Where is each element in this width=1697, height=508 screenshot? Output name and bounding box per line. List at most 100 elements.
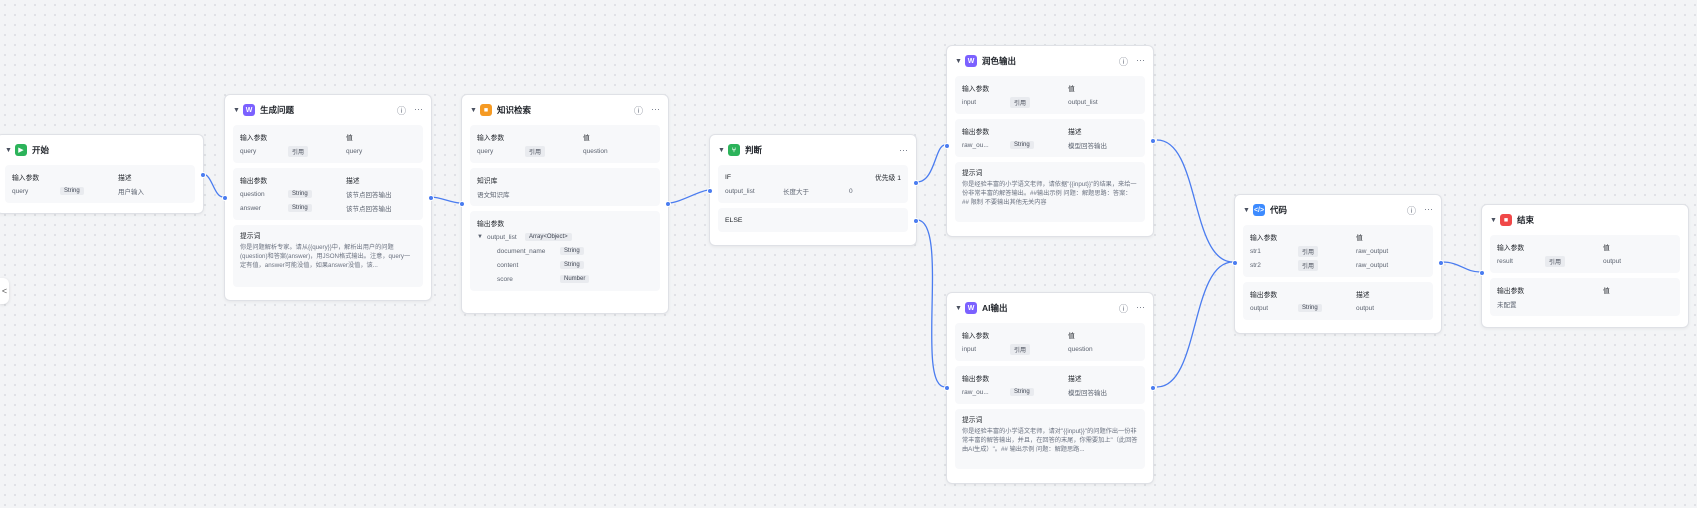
node-title: 开始 <box>32 145 50 155</box>
more-icon[interactable]: ··· <box>651 104 660 117</box>
more-icon[interactable]: ··· <box>1424 204 1433 217</box>
value-label: 值 <box>1603 288 1610 295</box>
more-icon[interactable]: ··· <box>899 145 908 155</box>
value-label: 值 <box>346 135 353 142</box>
info-icon[interactable]: ⓘ <box>1119 302 1128 315</box>
desc-label: 描述 <box>346 178 360 185</box>
type-tag: String <box>288 204 312 212</box>
knowledge-base-name: 语文知识库 <box>477 192 510 199</box>
prompt-label: 提示词 <box>962 170 983 177</box>
info-icon[interactable]: ⓘ <box>397 104 406 117</box>
param-value: question <box>583 147 608 155</box>
output-port[interactable] <box>1150 138 1156 144</box>
edge-code-end <box>1441 261 1481 273</box>
input-port[interactable] <box>1479 270 1485 276</box>
ref-tag: 引用 <box>525 145 546 157</box>
more-icon[interactable]: ··· <box>414 104 423 117</box>
prompt-text: 你是经验丰富的小学语文老师，请依据"{{input}}"的结果，来给一份非常丰富… <box>962 181 1137 206</box>
ref-tag: 引用 <box>1010 96 1031 108</box>
start-node[interactable]: ▼ ▶ 开始 输入参数 描述 query String 用户输入 <box>0 134 206 214</box>
caret-down-icon[interactable]: ▼ <box>477 234 487 240</box>
ref-tag: 引用 <box>1545 255 1566 267</box>
type-tag: String <box>1298 304 1322 312</box>
node-title: 代码 <box>1270 205 1288 215</box>
input-port[interactable] <box>459 201 465 207</box>
param-value: query <box>346 147 363 155</box>
input-port[interactable] <box>944 385 950 391</box>
ref-tag: 引用 <box>1298 245 1319 257</box>
input-port[interactable] <box>707 188 713 194</box>
caret-down-icon[interactable]: ▼ <box>233 107 243 114</box>
desc-label: 描述 <box>1068 129 1082 136</box>
ref-tag: 引用 <box>1010 343 1031 355</box>
condition-operator: 长度大于 <box>783 189 809 196</box>
branch-icon: ⑂ <box>728 144 740 156</box>
play-icon: ▶ <box>15 144 27 156</box>
type-tag: String <box>60 187 84 195</box>
value-label: 值 <box>583 135 590 142</box>
param-desc: 用户输入 <box>118 189 144 196</box>
caret-down-icon[interactable]: ▼ <box>470 107 480 114</box>
polish-output-node[interactable]: ▼ W 润色输出 ⓘ ··· 输入参数 值 input 引用 output_list 输… <box>944 45 1156 237</box>
code-node[interactable]: ▼ </> 代码 ⓘ ··· 输入参数 值 str1 引用 raw_output str… <box>1232 194 1444 334</box>
node-title: 知识检索 <box>497 105 532 115</box>
caret-down-icon[interactable]: ▼ <box>955 305 965 312</box>
input-port[interactable] <box>944 143 950 149</box>
param-desc: 该节点回答输出 <box>346 206 392 213</box>
output-params-label: 输出参数 <box>240 178 268 185</box>
type-tag: String <box>288 190 312 198</box>
more-icon[interactable]: ··· <box>1136 55 1145 68</box>
caret-down-icon[interactable]: ▼ <box>1490 217 1500 224</box>
param-value: output_list <box>1068 98 1098 106</box>
info-icon[interactable]: ⓘ <box>1407 204 1416 217</box>
collapse-panel-button[interactable]: < <box>0 278 9 304</box>
chevron-left-icon: < <box>1 286 8 296</box>
info-icon[interactable]: ⓘ <box>634 104 643 117</box>
param-value: raw_output <box>1356 247 1389 255</box>
if-label: IF <box>725 173 732 181</box>
output-port[interactable] <box>1150 385 1156 391</box>
output-port[interactable] <box>200 172 206 178</box>
value-label: 值 <box>1356 235 1363 242</box>
input-port[interactable] <box>1232 260 1238 266</box>
caret-down-icon[interactable]: ▼ <box>955 58 965 65</box>
else-output-port[interactable] <box>913 218 919 224</box>
input-port[interactable] <box>222 195 228 201</box>
info-icon[interactable]: ⓘ <box>1119 55 1128 68</box>
condition-param: output_list <box>725 187 755 195</box>
type-tag: String <box>1010 141 1034 149</box>
param-name: str1 <box>1250 247 1261 255</box>
knowledge-base-label: 知识库 <box>477 178 498 185</box>
generate-question-node[interactable]: ▼ W 生成问题 ⓘ ··· 输入参数值 query 引用 query 输出参数 描述 … <box>222 94 434 301</box>
param-name: raw_ou... <box>962 141 989 149</box>
condition-value: 0 <box>849 187 853 195</box>
if-output-port[interactable] <box>913 180 919 186</box>
output-params-label: 输出参数 <box>1250 292 1278 299</box>
output-params-label: 输出参数 <box>962 376 990 383</box>
caret-down-icon[interactable]: ▼ <box>1243 207 1253 214</box>
param-desc: output <box>1356 304 1375 312</box>
output-port[interactable] <box>1438 260 1444 266</box>
edge-kb-judge <box>667 189 710 204</box>
param-name: query <box>12 187 29 195</box>
param-name: str2 <box>1250 261 1261 269</box>
output-port[interactable] <box>428 195 434 201</box>
knowledge-retrieval-node[interactable]: ▼ ■ 知识检索 ⓘ ··· 输入参数值 query 引用 question 知识库 … <box>459 94 671 314</box>
caret-down-icon[interactable]: ▼ <box>5 147 15 154</box>
param-desc: 模型回答输出 <box>1068 390 1107 397</box>
input-params-label: 输入参数 <box>1497 245 1525 252</box>
prompt-label: 提示词 <box>240 233 261 240</box>
condition-node[interactable]: ▼ ⑂ 判断 ··· IF 优先级 1 output_list 长度大于 0 ELSE <box>707 134 919 246</box>
ai-output-node[interactable]: ▼ W AI输出 ⓘ ··· 输入参数 值 input 引用 question 输出参数… <box>944 292 1156 484</box>
param-name: query <box>240 147 257 155</box>
param-name: query <box>477 147 494 155</box>
type-tag: Array<Object> <box>525 233 572 241</box>
caret-down-icon[interactable]: ▼ <box>718 147 728 154</box>
output-port[interactable] <box>665 201 671 207</box>
input-params-label: 输入参数 <box>240 135 268 142</box>
input-params-label: 输入参数 <box>477 135 505 142</box>
edge-ai-code <box>1156 261 1234 388</box>
end-node[interactable]: ▼ ■ 结束 输入参数值 result 引用 output 输出参数值 未配置 <box>1479 204 1689 328</box>
more-icon[interactable]: ··· <box>1136 302 1145 315</box>
ref-tag: 引用 <box>288 145 309 157</box>
